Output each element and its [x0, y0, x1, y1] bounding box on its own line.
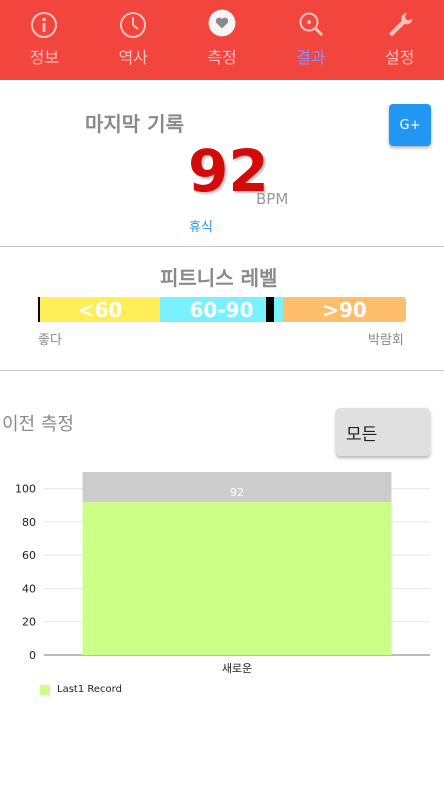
nav-item-results[interactable]: 결과 — [266, 0, 355, 80]
fitness-left-label: 좋다 — [38, 333, 62, 348]
nav-item-info[interactable]: 정보 — [0, 0, 89, 80]
last-record-title: 마지막 기록 — [85, 112, 184, 136]
y-tick-label: 60 — [22, 549, 36, 562]
legend-label: Last1 Record — [57, 684, 122, 695]
divider — [0, 246, 444, 247]
divider — [0, 370, 444, 371]
wrench-icon — [385, 10, 415, 40]
fitness-segment-low: <60 — [38, 297, 160, 322]
legend-swatch — [40, 684, 50, 695]
nav-item-settings[interactable]: 설정 — [355, 0, 444, 80]
filter-all-button[interactable]: 모든 — [336, 408, 430, 456]
bar-data-label: 92 — [230, 486, 244, 499]
bar — [82, 501, 392, 655]
fitness-right-label: 박람회 — [368, 333, 404, 348]
fitness-segment-high: >90 — [283, 297, 406, 322]
x-tick-label: 새로운 — [222, 662, 252, 675]
y-tick-label: 40 — [22, 582, 36, 595]
heart-icon — [207, 9, 237, 40]
fitness-segment-mid: 60-90 — [160, 297, 283, 322]
y-tick-label: 80 — [22, 516, 36, 529]
nav-label-measure: 측정 — [207, 48, 237, 67]
nav-label-settings: 설정 — [384, 48, 415, 67]
fitness-level-title: 피트니스 레벨 — [160, 266, 278, 290]
nav-label-info: 정보 — [29, 48, 60, 67]
nav-item-measure[interactable]: 측정 — [178, 0, 267, 80]
status-label: 휴식 — [189, 220, 213, 235]
bpm-unit: BPM — [256, 190, 289, 208]
nav-label-history: 역사 — [118, 48, 148, 67]
nav-item-history[interactable]: 역사 — [89, 0, 178, 80]
y-tick-label: 20 — [22, 616, 36, 629]
nav-label-results: 결과 — [296, 48, 326, 67]
fitness-level-marker — [266, 297, 274, 322]
fitness-level-bar: <60 60-90 >90 — [38, 297, 406, 322]
info-icon — [29, 10, 59, 40]
top-nav: 정보 역사 측정 결과 설정 — [0, 0, 444, 80]
y-tick-label: 100 — [15, 483, 36, 496]
previous-measurements-title: 이전 측정 — [2, 414, 74, 435]
google-plus-share-button[interactable]: G+ — [389, 104, 431, 146]
y-tick-label: 0 — [29, 649, 36, 662]
chart-legend: Last1 Record — [40, 684, 122, 695]
previous-measurements-chart: 0 20 40 60 80 100 92 새로운 — [15, 472, 430, 675]
clock-icon — [118, 10, 148, 40]
magnifier-icon — [296, 10, 326, 40]
